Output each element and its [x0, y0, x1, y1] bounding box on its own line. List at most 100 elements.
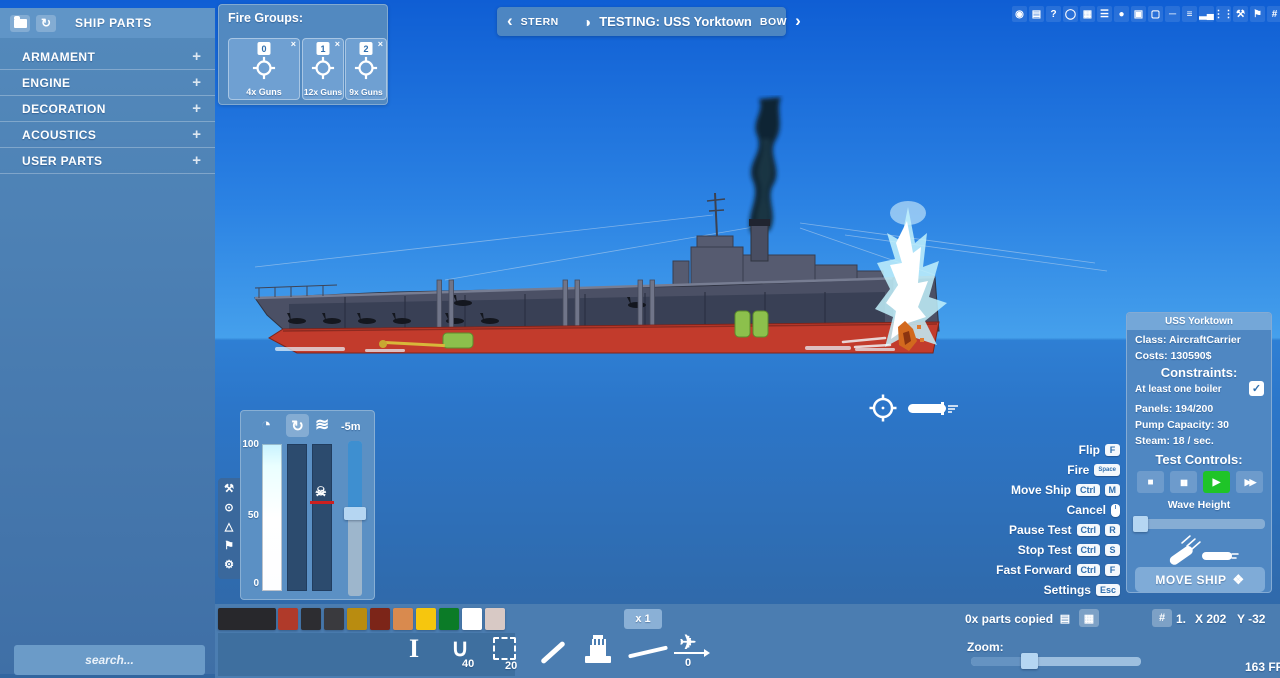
group-label: 9x Guns	[346, 87, 386, 97]
ship-scene[interactable]	[245, 95, 1125, 365]
copy-icon[interactable]: ▤	[1055, 609, 1075, 627]
zoom-slider[interactable]	[971, 657, 1141, 666]
bow-button[interactable]: BOW	[760, 16, 787, 28]
crop-icon[interactable]: ▢	[1148, 6, 1163, 22]
paint-swatch-selected[interactable]	[218, 608, 276, 630]
crosshair-icon[interactable]: ◯	[1063, 6, 1078, 22]
paint-swatch[interactable]	[485, 608, 505, 630]
chevron-left-icon[interactable]: ‹	[507, 12, 513, 29]
view-toolbar: ◉ ▤ ? ◯ ▦ ☰ ● ▣ ▢ ─ ≡ ▂▄ ⋮⋮ ⚒ ⚑ #	[1012, 6, 1280, 22]
sidebar-item-user-parts[interactable]: USER PARTS +	[0, 148, 215, 174]
reload-parts-button[interactable]: ↻	[36, 15, 56, 32]
fire-group-2[interactable]: 2 × 9x Guns	[345, 38, 387, 100]
aircraft-tool-value: 0	[685, 657, 691, 669]
sidebar-item-decoration[interactable]: DECORATION +	[0, 96, 215, 122]
paint-swatch[interactable]	[393, 608, 413, 630]
paint-swatch[interactable]	[370, 608, 390, 630]
fast-forward-button[interactable]: ▶▶	[1236, 471, 1263, 493]
steam-rate: Steam: 18 / sec.	[1135, 435, 1214, 447]
wave-height-slider[interactable]	[1135, 519, 1265, 529]
sidebar-item-armament[interactable]: ARMAMENT +	[0, 44, 215, 70]
window-icon[interactable]: ▣	[1131, 6, 1146, 22]
pause-button[interactable]: ▮▮	[1170, 471, 1197, 493]
game-viewport[interactable]: ↻ SHIP PARTS ARMAMENT + ENGINE + DECORAT…	[0, 0, 1280, 678]
panel-square-tool[interactable]	[493, 637, 516, 660]
torpedo-shell-decoration	[1160, 535, 1240, 569]
wave-height-slider-thumb[interactable]	[1133, 516, 1148, 532]
expand-plus-icon[interactable]: +	[192, 74, 201, 91]
expand-plus-icon[interactable]: +	[192, 48, 201, 65]
speedometer-icon[interactable]: ◔	[261, 415, 271, 435]
chevron-right-icon[interactable]: ›	[795, 12, 801, 29]
paint-swatch[interactable]	[278, 608, 298, 630]
book-icon[interactable]: ▤	[1029, 6, 1044, 22]
open-folder-button[interactable]	[10, 15, 30, 32]
tower-tool[interactable]	[581, 632, 615, 664]
pump-capacity: Pump Capacity: 30	[1135, 419, 1229, 431]
sidebar-item-acoustics[interactable]: ACOUSTICS +	[0, 122, 215, 148]
ship-name-header: USS Yorktown	[1127, 313, 1271, 330]
paint-swatch[interactable]	[439, 608, 459, 630]
aircraft-tool[interactable]: ✈	[673, 630, 703, 654]
expand-plus-icon[interactable]: +	[192, 126, 201, 143]
waves-icon[interactable]: ≋	[315, 415, 329, 435]
close-icon[interactable]: ×	[335, 39, 340, 49]
grid-snap-icon[interactable]: #	[1152, 609, 1172, 627]
close-icon[interactable]: ×	[378, 39, 383, 49]
stats-icon[interactable]: ▂▄	[1199, 6, 1214, 22]
stern-button[interactable]: STERN	[521, 16, 559, 28]
strut-tool[interactable]	[537, 642, 569, 662]
align-icon[interactable]: ≡	[1182, 6, 1197, 22]
move-ship-button[interactable]: MOVE SHIP ❖	[1135, 567, 1265, 592]
terrain-icon[interactable]: △	[219, 517, 239, 535]
close-icon[interactable]: ×	[291, 39, 296, 49]
mouse-icon[interactable]: ●	[1114, 6, 1129, 22]
dashed-square-icon	[493, 637, 516, 660]
gear-icon[interactable]: ⚙	[219, 555, 239, 573]
expand-plus-icon[interactable]: +	[192, 152, 201, 169]
keybind-flip: FlipF	[930, 440, 1120, 460]
square-tool-value: 20	[505, 660, 517, 672]
flag-icon[interactable]: ⚑	[1250, 6, 1265, 22]
flag-icon[interactable]: ⚑	[219, 536, 239, 554]
damage-bar: ☠	[312, 444, 332, 591]
camera-icon[interactable]: ⊙	[219, 498, 239, 516]
keybind-settings: SettingsEsc	[930, 580, 1120, 600]
ibeam-tool[interactable]: I	[403, 634, 425, 664]
torpedo-indicator	[862, 394, 962, 424]
depth-slider-thumb[interactable]	[344, 507, 366, 520]
play-button[interactable]: ▶	[1203, 471, 1230, 493]
expand-plus-icon[interactable]: +	[192, 100, 201, 117]
fire-groups-panel: Fire Groups: 0 × 4x Guns 1 × 12x Guns 2 …	[218, 4, 388, 105]
fire-group-1[interactable]: 1 × 12x Guns	[302, 38, 344, 100]
paint-swatch[interactable]	[324, 608, 344, 630]
grid-snap-value: 1.	[1176, 612, 1186, 626]
boiler-checkbox[interactable]: ✓	[1249, 381, 1264, 396]
columns-icon[interactable]: ⋮⋮	[1216, 6, 1231, 22]
fan-icon[interactable]: ↻	[286, 414, 309, 437]
tools-icon[interactable]: ⚒	[219, 479, 239, 497]
search-input[interactable]	[14, 645, 205, 675]
help-icon[interactable]: ?	[1046, 6, 1061, 22]
grid-icon[interactable]: #	[1267, 6, 1280, 22]
paint-swatch[interactable]	[301, 608, 321, 630]
crosshair-icon	[252, 56, 276, 80]
depth-slider[interactable]	[348, 441, 362, 596]
zoom-slider-thumb[interactable]	[1021, 653, 1038, 669]
multiplier-badge[interactable]: x 1	[624, 609, 662, 629]
slope-tool[interactable]	[627, 644, 669, 660]
panel-icon[interactable]: ▦	[1080, 6, 1095, 22]
sidebar-item-engine[interactable]: ENGINE +	[0, 70, 215, 96]
stop-button[interactable]: ■	[1137, 471, 1164, 493]
tools-icon[interactable]: ⚒	[1233, 6, 1248, 22]
group-number-badge: 1	[317, 42, 330, 55]
minus-icon[interactable]: ─	[1165, 6, 1180, 22]
fire-group-0[interactable]: 0 × 4x Guns	[228, 38, 300, 100]
eye-icon[interactable]: ◉	[1012, 6, 1027, 22]
save-icon[interactable]: ▦	[1079, 609, 1099, 627]
paint-swatch[interactable]	[462, 608, 482, 630]
paint-swatch[interactable]	[347, 608, 367, 630]
constraints-title: Constraints:	[1127, 365, 1271, 380]
list-icon[interactable]: ☰	[1097, 6, 1112, 22]
paint-swatch[interactable]	[416, 608, 436, 630]
